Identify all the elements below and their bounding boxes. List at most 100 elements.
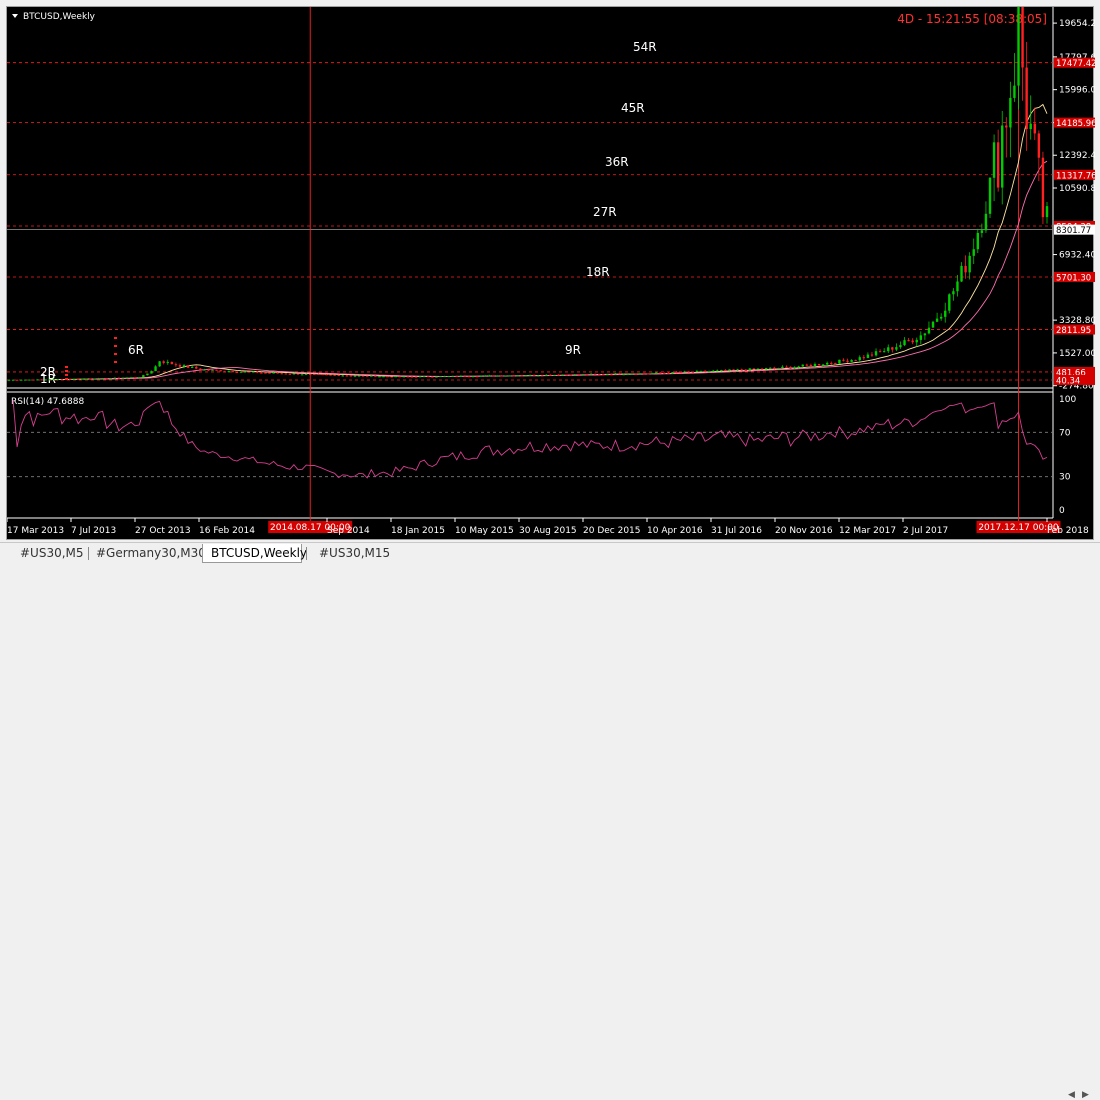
- candle-body: [659, 372, 662, 374]
- candle-body: [223, 371, 226, 373]
- candle-body: [789, 366, 792, 369]
- marker-dot: [114, 361, 117, 363]
- candle-body: [667, 373, 670, 375]
- candle-body: [797, 366, 800, 368]
- candle-body: [740, 369, 743, 371]
- candle-body: [728, 369, 731, 371]
- candle-body: [887, 347, 890, 352]
- candle-body: [7, 379, 11, 381]
- candle-body: [500, 375, 503, 377]
- marker-dot: [114, 353, 117, 355]
- candle-body: [370, 375, 373, 377]
- level-price-label: 14185.96: [1056, 119, 1095, 129]
- candle-body: [427, 376, 430, 378]
- candle-body: [874, 351, 878, 356]
- price-tick-label: 19654.20: [1059, 19, 1095, 29]
- candle-body: [382, 376, 385, 378]
- candle-body: [349, 375, 353, 377]
- time-axis-label: 20 Nov 2016: [775, 526, 833, 536]
- candle-body: [252, 371, 255, 373]
- candle-body: [618, 373, 621, 375]
- candle-body: [150, 371, 153, 374]
- tab-scroll-right-icon[interactable]: ▶: [1082, 1090, 1089, 1100]
- candle-body: [695, 370, 699, 372]
- candle-body: [545, 374, 548, 376]
- level-annotation-1r: 1R: [40, 372, 56, 386]
- candle-body: [174, 364, 178, 366]
- candle-body: [944, 310, 947, 317]
- time-axis-label: 18 Jan 2015: [391, 526, 445, 536]
- candle-body: [736, 369, 739, 371]
- candle-body: [264, 372, 267, 374]
- candle-body: [907, 340, 910, 342]
- candle-body: [707, 371, 711, 373]
- candle-body: [333, 374, 336, 376]
- candle-body: [447, 376, 450, 378]
- candle-body: [602, 373, 605, 375]
- chart-tab-2[interactable]: BTCUSD,Weekly: [202, 544, 307, 563]
- candle-body: [793, 367, 796, 369]
- level-price-label: 5701.30: [1056, 273, 1091, 283]
- candle-body: [622, 374, 625, 376]
- candle-body: [170, 361, 174, 365]
- candle-body: [431, 376, 434, 378]
- candle-body: [158, 361, 161, 367]
- chart-tab-0[interactable]: #US30,M5: [12, 544, 84, 563]
- level-price-label: 2811.95: [1056, 326, 1091, 336]
- candle-body: [113, 377, 117, 379]
- candle-body: [129, 377, 133, 379]
- candle-body: [280, 373, 283, 375]
- candle-body: [899, 345, 902, 348]
- candle-body: [199, 368, 202, 370]
- price-tick-label: 15996.00: [1059, 86, 1095, 96]
- candle-body: [211, 369, 214, 371]
- candle-body: [455, 375, 458, 377]
- candle-body: [504, 375, 507, 377]
- candle-body: [777, 368, 780, 370]
- candle-body: [268, 372, 271, 374]
- chart-window[interactable]: BTCUSD,Weekly 4D - 15:21:55 [08:38:05] 196…: [6, 6, 1095, 541]
- candle-body: [1041, 157, 1045, 218]
- candle-body: [549, 374, 552, 376]
- time-axis-label: 31 Jul 2016: [711, 526, 762, 536]
- chart-tab-1[interactable]: #Germany30,M30: [88, 544, 206, 563]
- candle-body: [423, 376, 426, 378]
- tab-scroll-left-icon[interactable]: ◀: [1068, 1090, 1075, 1100]
- candle-body: [443, 376, 446, 378]
- candle-body: [361, 375, 365, 377]
- candle-body: [439, 376, 442, 378]
- candle-body: [325, 374, 328, 376]
- candle-body: [805, 364, 809, 366]
- chart-canvas[interactable]: BTCUSD,Weekly 4D - 15:21:55 [08:38:05] 196…: [7, 7, 1095, 541]
- candle-body: [284, 373, 287, 375]
- candle-body: [838, 359, 841, 364]
- candle-body: [296, 373, 300, 375]
- status-bar: [0, 565, 1100, 573]
- level-annotation-9r: 9R: [565, 343, 581, 357]
- time-axis-label: 30 Aug 2015: [519, 526, 577, 536]
- candle-body: [97, 378, 100, 380]
- candle-body: [923, 333, 927, 336]
- candle-body: [60, 379, 64, 381]
- candle-body: [952, 291, 955, 295]
- candle-body: [610, 374, 613, 376]
- candle-body: [972, 249, 975, 256]
- candle-body: [846, 360, 849, 362]
- candle-body: [81, 378, 84, 380]
- candle-body: [93, 378, 96, 380]
- chart-symbol-title: BTCUSD,Weekly: [23, 12, 96, 22]
- chart-tab-3[interactable]: #US30,M15: [311, 544, 390, 563]
- candle-body: [984, 213, 988, 231]
- candle-body: [870, 354, 874, 356]
- candle-body: [703, 370, 707, 372]
- candle-body: [536, 375, 540, 377]
- candle-body: [598, 373, 601, 375]
- candle-body: [980, 230, 984, 233]
- candle-body: [479, 375, 483, 377]
- candle-body: [915, 339, 918, 343]
- candle-body: [919, 335, 923, 340]
- candle-body: [215, 369, 218, 371]
- candle-body: [927, 327, 931, 334]
- marker-dot: [114, 337, 117, 339]
- candle-body: [650, 373, 654, 375]
